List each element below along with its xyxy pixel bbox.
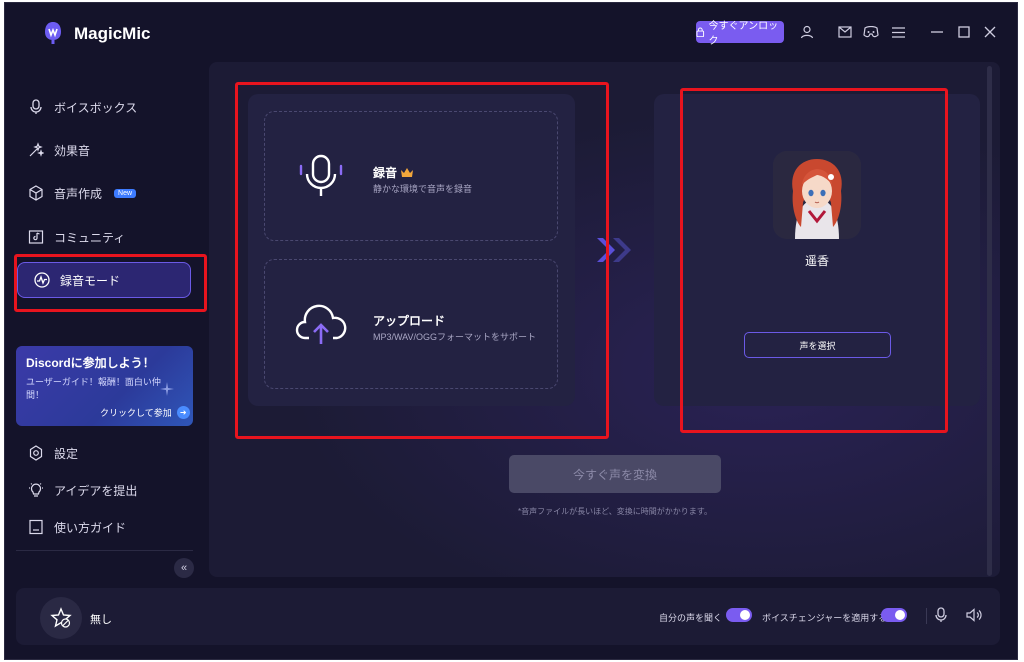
cube-icon [28, 185, 44, 201]
menu-icon[interactable] [889, 23, 907, 41]
highlight-box [14, 254, 207, 312]
sidebar-item-label: アイデアを提出 [54, 483, 138, 498]
community-icon [28, 229, 44, 245]
sidebar: ボイスボックス 効果音 音声作成 New コミュニティ 録音モード Discor… [0, 60, 208, 585]
apply-changer-toggle[interactable] [881, 608, 907, 622]
sidebar-item-community[interactable]: コミュニティ [28, 223, 125, 251]
sidebar-item-label: コミュニティ [54, 230, 126, 245]
sidebar-item-label: 使い方ガイド [54, 520, 127, 535]
discord-promo-card[interactable]: Discordに参加しよう！ ユーザーガイド！報酬！面白い仲間！ クリックして参… [16, 346, 193, 426]
sidebar-divider [16, 550, 193, 551]
sidebar-item-submit-idea[interactable]: アイデアを提出 [28, 476, 137, 504]
minimize-icon[interactable] [928, 23, 946, 41]
sidebar-item-guide[interactable]: 使い方ガイド [28, 513, 126, 541]
microphone-icon[interactable] [933, 607, 949, 623]
apply-changer-label: ボイスチェンジャーを適用する [762, 613, 888, 623]
discord-icon[interactable] [862, 23, 880, 41]
sidebar-item-label: 音声作成 [54, 186, 103, 201]
new-badge: New [114, 188, 137, 198]
hear-self-label: 自分の声を聞く [659, 613, 723, 623]
mail-icon[interactable] [836, 23, 854, 41]
hear-self-toggle[interactable] [726, 608, 752, 622]
collapse-sidebar-button[interactable]: « [174, 558, 194, 578]
highlight-box [680, 88, 948, 433]
title-bar: MagicMic 今すぐアンロック [0, 0, 1024, 60]
user-icon[interactable] [798, 23, 816, 41]
discord-join-link[interactable]: クリックして参加 ➜ [100, 406, 190, 419]
unlock-label: 今すぐアンロック [708, 21, 779, 47]
gear-icon [28, 445, 44, 461]
maximize-icon[interactable] [955, 23, 973, 41]
star-off-icon [50, 607, 72, 628]
lock-icon [696, 27, 705, 37]
convert-now-button[interactable]: 今すぐ声を変換 [509, 455, 721, 493]
effect-button[interactable] [40, 597, 82, 639]
sparkle-icon [160, 382, 174, 396]
sidebar-item-label: ボイスボックス [54, 100, 138, 115]
sidebar-item-voicebox[interactable]: ボイスボックス [28, 93, 137, 121]
lightbulb-icon [28, 482, 44, 498]
sparkle-icon [28, 142, 44, 158]
speaker-icon[interactable] [966, 607, 982, 623]
discord-text: ユーザーガイド！報酬！面白い仲間！ [26, 377, 161, 400]
chevron-double-left-icon: « [180, 562, 188, 574]
sidebar-item-settings[interactable]: 設定 [28, 439, 78, 467]
discord-link-label: クリックして参加 [100, 408, 172, 418]
sidebar-item-label: 設定 [54, 446, 79, 461]
unlock-button[interactable]: 今すぐアンロック [696, 21, 784, 47]
current-effect-name: 無し [90, 614, 112, 626]
sidebar-item-label: 効果音 [54, 143, 91, 158]
sidebar-item-voice-creation[interactable]: 音声作成 New [28, 179, 137, 207]
arrow-right-icon: ➜ [176, 406, 190, 419]
convert-note: *音声ファイルが長いほど、変換に時間がかかります。 [518, 507, 712, 516]
sidebar-item-sound-effects[interactable]: 効果音 [28, 136, 90, 164]
discord-title: Discordに参加しよう！ [26, 356, 155, 370]
guide-icon [28, 519, 44, 535]
close-icon[interactable] [981, 23, 999, 41]
divider [926, 608, 927, 624]
app-name: MagicMic [74, 24, 151, 43]
microphone-icon [28, 99, 44, 115]
magicmic-logo [45, 22, 61, 44]
scrollbar[interactable] [987, 66, 992, 576]
highlight-box [235, 82, 609, 439]
